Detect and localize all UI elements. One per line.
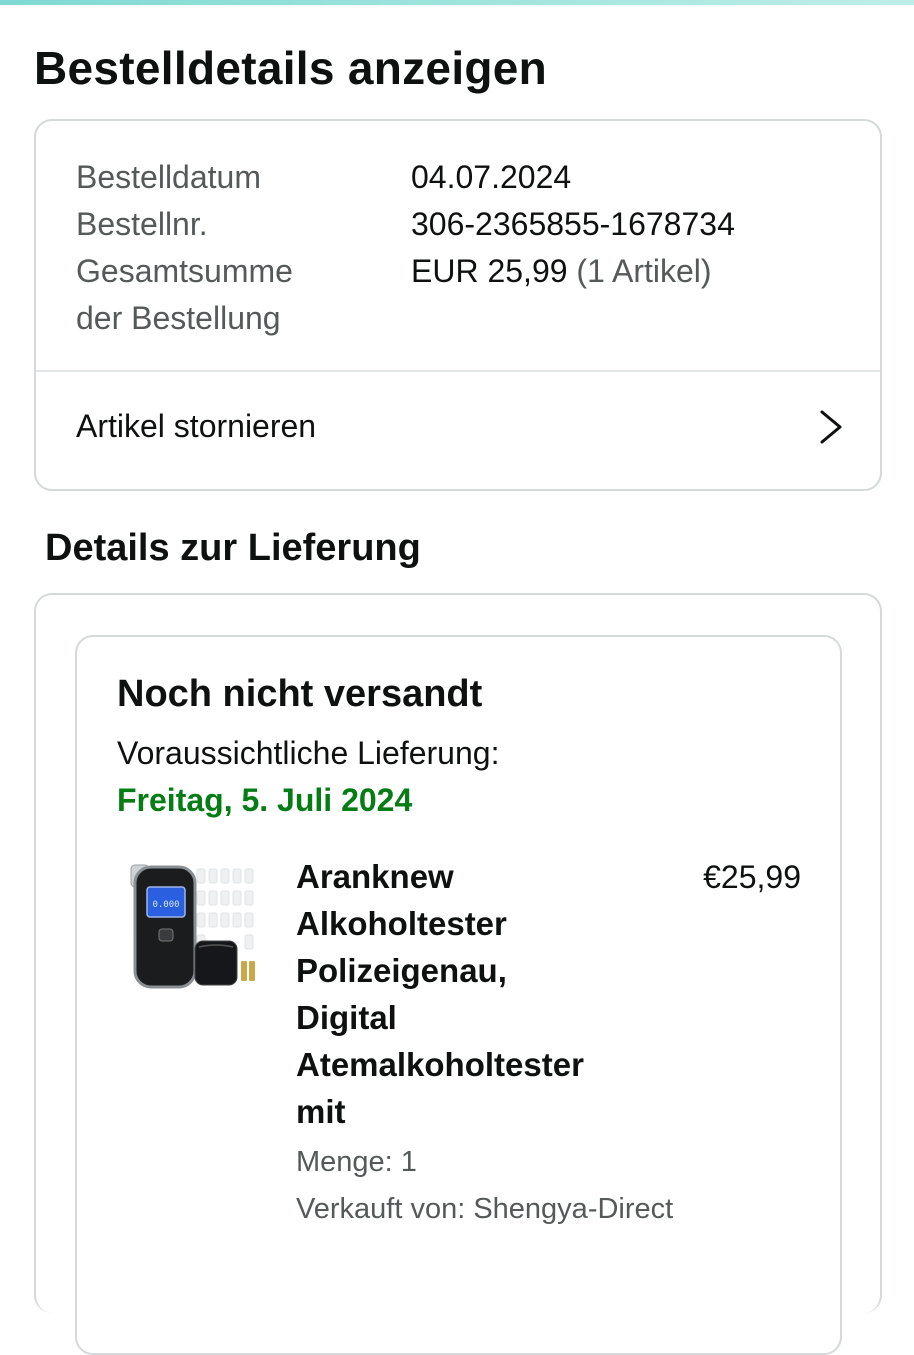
chevron-right-icon: [820, 410, 842, 444]
order-date-label: Bestelldatum: [76, 159, 261, 195]
eta-label: Voraussichtliche Lieferung:: [117, 735, 500, 771]
order-total-value: EUR 25,99: [411, 253, 568, 289]
product-screen-text: 0.000: [152, 900, 179, 910]
order-total-label-line2: der Bestellung: [76, 300, 281, 336]
cancel-items-button[interactable]: Artikel stornieren: [36, 372, 880, 489]
order-number-label: Bestellnr.: [76, 206, 208, 242]
order-number-value: 306-2365855-1678734: [411, 206, 735, 242]
product-quantity: Menge: 1: [296, 1146, 417, 1178]
order-total-label-line1: Gesamtsumme: [76, 253, 293, 289]
page-title: Bestelldetails anzeigen: [34, 42, 548, 94]
shipment-card: Noch nicht versandt Voraussichtliche Lie…: [75, 635, 842, 1355]
product-seller: Verkauft von: Shengya-Direct: [296, 1193, 674, 1225]
eta-date: Freitag, 5. Juli 2024: [117, 782, 413, 818]
top-accent-bar: [0, 0, 914, 5]
delivery-section-title: Details zur Lieferung: [45, 527, 421, 569]
order-total-value-group: EUR 25,99 (1 Artikel): [411, 248, 712, 342]
order-total-row: Gesamtsumme der Bestellung EUR 25,99 (1 …: [76, 248, 836, 342]
order-total-items: (1 Artikel): [576, 253, 712, 289]
order-summary-grid: Bestelldatum 04.07.2024 Bestellnr. 306-2…: [76, 154, 836, 342]
order-summary-card: Bestelldatum 04.07.2024 Bestellnr. 306-2…: [34, 119, 882, 491]
delivery-card: Noch nicht versandt Voraussichtliche Lie…: [34, 593, 882, 1355]
order-number-row: Bestellnr. 306-2365855-1678734: [76, 201, 836, 248]
product-image[interactable]: 0.000: [117, 863, 263, 998]
product-price: €25,99: [703, 859, 801, 895]
cancel-items-label: Artikel stornieren: [76, 408, 317, 444]
shipment-status: Noch nicht versandt: [117, 673, 483, 715]
order-date-value: 04.07.2024: [411, 159, 572, 195]
order-total-label: Gesamtsumme der Bestellung: [76, 248, 411, 342]
order-date-row: Bestelldatum 04.07.2024: [76, 154, 836, 201]
product-title-link[interactable]: Aranknew Alkoholtester Polizeigenau, Dig…: [296, 853, 616, 1135]
